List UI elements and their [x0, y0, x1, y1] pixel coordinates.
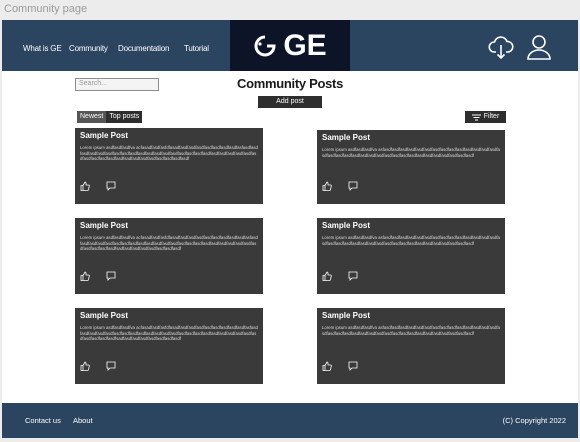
- comment-icon[interactable]: [348, 178, 358, 196]
- post-body: Lorem ipsum asdfasdfasdfva asfasdfasdfas…: [322, 147, 500, 158]
- post-card[interactable]: Sample Post Lorem ipsum asdfasdfasdfva a…: [317, 130, 505, 204]
- logo-text: GE: [283, 28, 327, 62]
- post-card[interactable]: Sample Post Lorem ipsum asdfasdfasdfva a…: [75, 308, 263, 384]
- footer-link-about[interactable]: About: [73, 416, 93, 425]
- post-body: Lorem ipsum asdfasdfasdfva asfasdfasdfas…: [322, 235, 500, 246]
- add-post-button[interactable]: Add post: [258, 96, 322, 108]
- thumbs-up-icon[interactable]: [322, 268, 332, 286]
- search-input[interactable]: Search...: [75, 78, 159, 91]
- sort-tabs: Newest Top posts: [77, 111, 143, 123]
- page-frame: What is GE Community Documentation Tutor…: [2, 20, 578, 438]
- tab-top-posts[interactable]: Top posts: [106, 111, 142, 123]
- post-card[interactable]: Sample Post Lorem ipsum asdfasdfasdfva a…: [75, 218, 263, 294]
- nav-link-community[interactable]: Community: [69, 44, 108, 53]
- nav-link-documentation[interactable]: Documentation: [118, 44, 169, 53]
- footer: Contact us About (C) Copyright 2022: [2, 403, 578, 438]
- post-title: Sample Post: [322, 221, 371, 230]
- filter-button[interactable]: Filter: [465, 111, 506, 123]
- comment-icon[interactable]: [106, 358, 116, 376]
- post-body: Lorem ipsum asdfasdfasdfva acfasadfasdfa…: [80, 235, 258, 252]
- post-card[interactable]: Sample Post Lorem ipsum asdfasdfasdfva a…: [75, 128, 263, 204]
- navbar: What is GE Community Documentation Tutor…: [2, 20, 578, 71]
- nav-link-tutorial[interactable]: Tutorial: [184, 44, 209, 53]
- footer-link-contact[interactable]: Contact us: [25, 416, 61, 425]
- logo[interactable]: GE: [230, 20, 350, 71]
- nav-link-what-is-ge[interactable]: What is GE: [23, 44, 62, 53]
- thumbs-up-icon[interactable]: [80, 358, 90, 376]
- post-body: Lorem ipsum asdfasdfasdfva acfasadfasdfa…: [80, 145, 258, 162]
- thumbs-up-icon[interactable]: [322, 178, 332, 196]
- post-title: Sample Post: [80, 221, 129, 230]
- post-title: Sample Post: [322, 311, 371, 320]
- tab-newest[interactable]: Newest: [77, 111, 107, 123]
- comment-icon[interactable]: [348, 358, 358, 376]
- page-title: Community Posts: [236, 76, 343, 91]
- user-icon[interactable]: [526, 34, 552, 65]
- thumbs-up-icon[interactable]: [80, 178, 90, 196]
- post-card[interactable]: Sample Post Lorem ipsum asdfasdfasdfva a…: [317, 308, 505, 384]
- post-card[interactable]: Sample Post Lorem ipsum asdfasdfasdfva a…: [317, 218, 505, 294]
- post-body: Lorem ipsum asdfasdfasdfva acfasadfasdfa…: [80, 325, 258, 342]
- post-title: Sample Post: [80, 131, 129, 140]
- filter-label: Filter: [483, 113, 500, 120]
- copyright-text: (C) Copyright 2022: [502, 416, 566, 425]
- cloud-download-icon[interactable]: [488, 34, 514, 65]
- comment-icon[interactable]: [106, 178, 116, 196]
- comment-icon[interactable]: [106, 268, 116, 286]
- logo-mark-icon: [254, 35, 276, 56]
- filter-icon: [471, 114, 481, 120]
- thumbs-up-icon[interactable]: [322, 358, 332, 376]
- window-title: Community page: [4, 3, 88, 15]
- thumbs-up-icon[interactable]: [80, 268, 90, 286]
- post-title: Sample Post: [322, 133, 371, 142]
- post-body: Lorem ipsum asdfasdfasdfva asfasdfasdfas…: [322, 325, 500, 336]
- post-title: Sample Post: [80, 311, 129, 320]
- comment-icon[interactable]: [348, 268, 358, 286]
